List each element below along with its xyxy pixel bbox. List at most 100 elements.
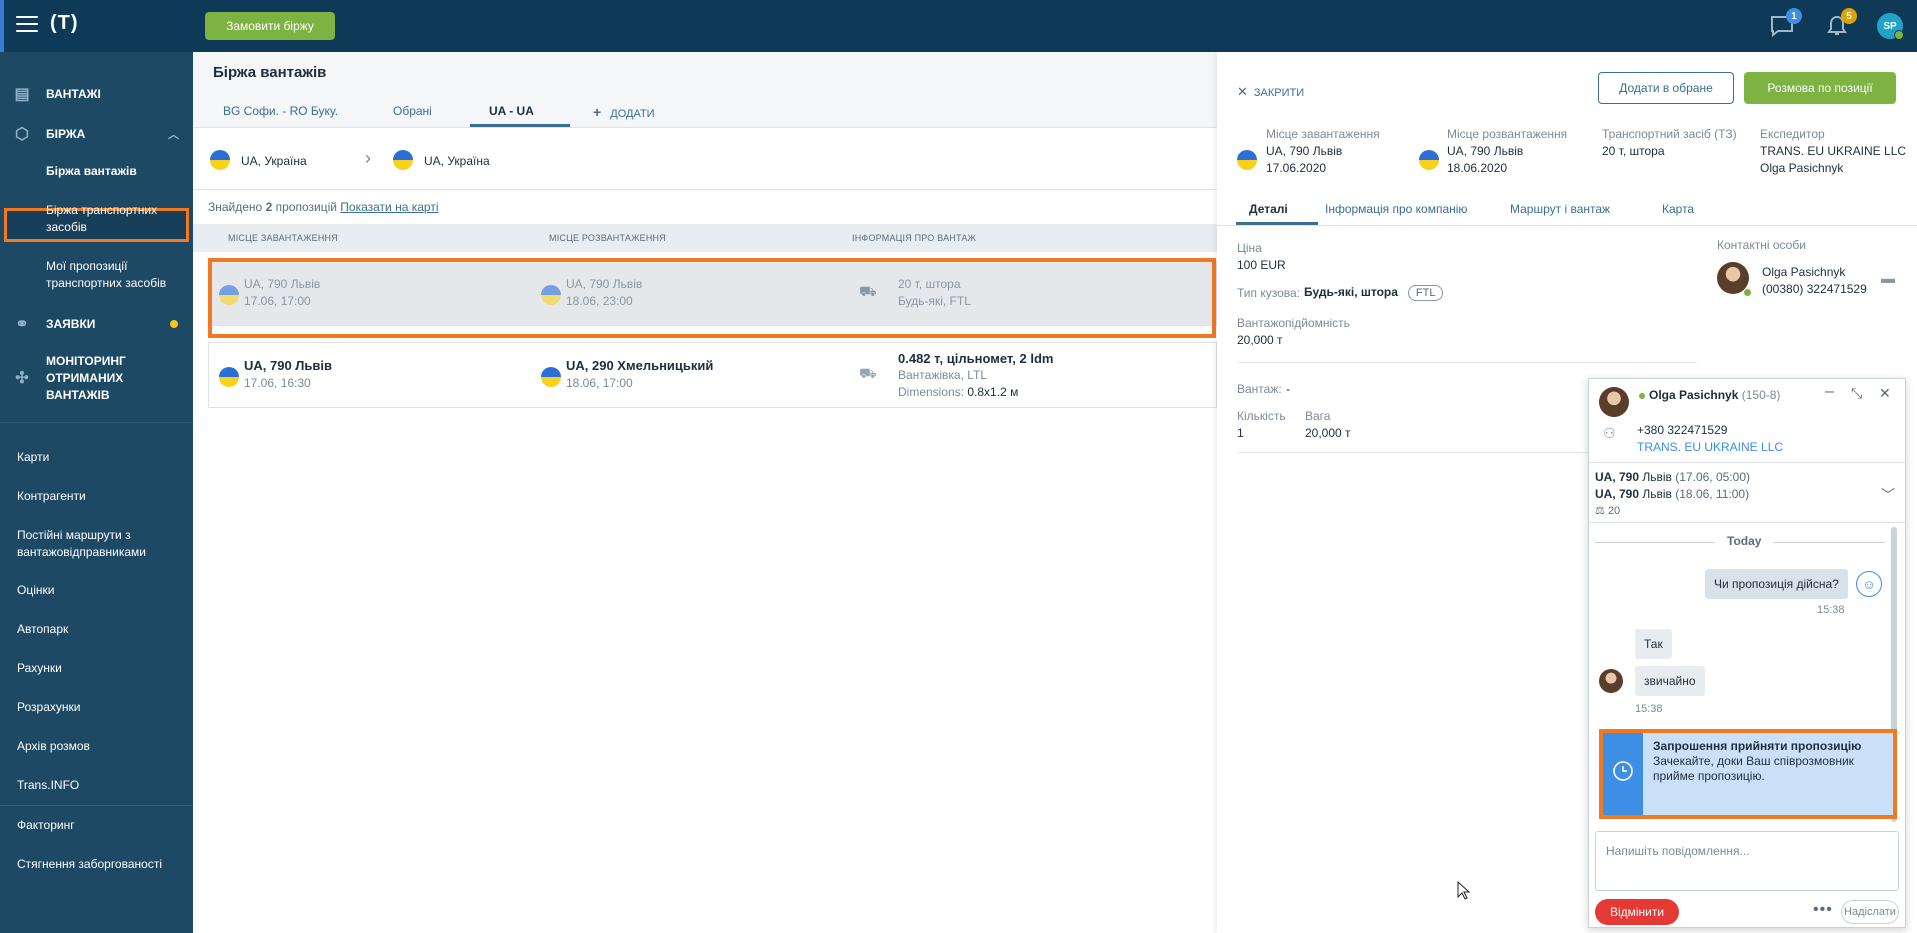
tab-add[interactable]: + ДОДАТИ xyxy=(593,104,655,120)
col-cargo-info: ІНФОРМАЦІЯ ПРО ВАНТАЖ xyxy=(852,233,977,243)
add-favorite-button[interactable]: Додати в обране xyxy=(1598,72,1734,104)
sidebar-sub-vehicle-exchange[interactable]: Біржа транспортних засобів xyxy=(46,202,186,236)
col-load: МІСЦЕ ЗАВАНТАЖЕННЯ xyxy=(228,233,338,243)
active-tab-underline xyxy=(470,124,570,127)
tab-ua-ua[interactable]: UA - UA xyxy=(489,104,534,118)
message-time: 15:38 xyxy=(1817,604,1845,616)
sidebar-link-settlements[interactable]: Розрахунки xyxy=(17,699,187,716)
unload-place: UA, 790 Львів xyxy=(1447,144,1524,158)
chat-header-name: Olga Pasichnyk (150-8) xyxy=(1639,388,1780,402)
tab-route-cargo[interactable]: Маршрут і вантаж xyxy=(1510,202,1610,216)
sidebar-link-fleet[interactable]: Автопарк xyxy=(17,621,187,638)
ua-flag-icon xyxy=(219,367,239,387)
sidebar-item-orders[interactable]: ⚭ ЗАЯВКИ xyxy=(0,314,193,334)
offer-invitation: Запрошення прийняти пропозицію Зачекайте… xyxy=(1599,729,1897,819)
results-count: Знайдено 2 пропозицій Показати на карті xyxy=(208,200,439,214)
message-outgoing: Чи пропозиція дійсна? xyxy=(1705,569,1848,599)
col-unload: МІСЦЕ РОЗВАНТАЖЕННЯ xyxy=(549,233,666,243)
messages-icon[interactable]: 1 xyxy=(1770,8,1802,38)
chat-bubble-icon[interactable]: ▬ xyxy=(1881,270,1895,286)
close-icon: ✕ xyxy=(1237,84,1248,99)
sidebar-item-exchange[interactable]: ⬡ БІРЖА ︿ xyxy=(0,124,193,144)
sidebar-divider xyxy=(0,805,193,806)
sidebar-link-maps[interactable]: Карти xyxy=(17,449,187,466)
forwarder-person: Olga Pasichnyk xyxy=(1760,161,1844,175)
sidebar-item-monitoring[interactable]: ✣ МОНІТОРИНГ ОТРИМАНИХ ВАНТАЖІВ xyxy=(0,352,193,404)
close-button[interactable]: ✕ ЗАКРИТИ xyxy=(1237,84,1304,100)
contact-phone: (00380) 322471529 xyxy=(1762,282,1867,296)
sidebar-link-transinfo[interactable]: Trans.INFO xyxy=(17,777,187,794)
sidebar-link-factoring[interactable]: Факторинг xyxy=(17,817,187,834)
detail-vehicle-block: Транспортний засіб (ТЗ) 20 т, штора xyxy=(1602,126,1737,160)
negotiate-button[interactable]: Розмова по позиції xyxy=(1744,72,1896,104)
app-logo[interactable]: (T) xyxy=(50,12,79,35)
chevron-down-icon[interactable]: ﹀ xyxy=(1881,485,1895,505)
close-label: ЗАКРИТИ xyxy=(1253,87,1305,99)
tabs-separator xyxy=(1217,225,1917,226)
top-bar: (T) Замовити біржу 1 5 SP xyxy=(0,0,1917,52)
route-from: UA, Україна xyxy=(241,154,307,168)
decline-button[interactable]: Відмінити xyxy=(1595,899,1679,925)
load-label: Місце завантаження xyxy=(1266,127,1380,141)
user-avatar[interactable]: SP xyxy=(1877,13,1904,40)
sidebar-divider xyxy=(0,422,193,423)
capacity-label: Вантажопідйомність xyxy=(1237,316,1350,330)
sidebar-link-archive[interactable]: Архів розмов xyxy=(17,738,187,755)
menu-icon[interactable] xyxy=(16,16,38,34)
tab-bg-ro[interactable]: BG Софи. - RO Буку. xyxy=(223,104,338,118)
table-row[interactable]: UA, 790 Львів 17.06, 16:30 UA, 290 Хмель… xyxy=(208,342,1217,408)
online-status-dot xyxy=(1743,288,1752,297)
weight-block: Вага 20,000 т xyxy=(1305,408,1351,442)
top-accent xyxy=(0,0,4,52)
tab-favorites[interactable]: Обрані xyxy=(393,104,432,118)
user-avatar-icon: ☺ xyxy=(1856,571,1882,597)
body-type-label: Тип кузова: xyxy=(1237,285,1301,300)
add-contact-icon[interactable]: ⚇ xyxy=(1603,425,1616,442)
ua-flag-icon xyxy=(1237,150,1257,170)
bell-icon[interactable]: 5 xyxy=(1825,8,1857,37)
unload-date: 18.06.2020 xyxy=(1447,161,1508,175)
price-value: 100 EUR xyxy=(1237,258,1286,272)
sidebar-link-debt[interactable]: Стягнення заборгованості xyxy=(17,856,187,873)
sidebar-link-invoices[interactable]: Рахунки xyxy=(17,660,187,677)
invitation-content: Запрошення прийняти пропозицію Зачекайте… xyxy=(1653,739,1883,784)
online-dot xyxy=(1639,393,1645,399)
route1-code: UA, 790 xyxy=(1595,470,1640,484)
chevron-up-icon: ︿ xyxy=(168,129,179,141)
expand-icon[interactable]: ⤡ xyxy=(1851,385,1862,402)
detail-forwarder-block: Експедитор TRANS. EU UKRAINE LLC Olga Pa… xyxy=(1760,126,1906,177)
sidebar-link-routes[interactable]: Постійні маршрути з вантажовідправниками xyxy=(17,527,187,561)
dim-label: Dimensions: xyxy=(898,385,965,399)
tab-details[interactable]: Деталі xyxy=(1249,202,1288,216)
sidebar: ▤ ВАНТАЖІ ⬡ БІРЖА ︿ Біржа вантажів Біржа… xyxy=(0,52,193,933)
capacity-block: Вантажопідйомність 20,000 т xyxy=(1237,315,1350,349)
show-on-map-link[interactable]: Показати на карті xyxy=(340,200,438,214)
sidebar-item-cargo[interactable]: ▤ ВАНТАЖІ xyxy=(0,84,193,104)
row-info-2: Вантажівка, LTL xyxy=(898,368,988,382)
invitation-bar xyxy=(1603,733,1643,815)
route1-city: Львів xyxy=(1642,470,1672,484)
close-chat-icon[interactable]: ✕ xyxy=(1879,385,1891,402)
chat-separator xyxy=(1589,522,1905,523)
sidebar-link-ratings[interactable]: Оцінки xyxy=(17,582,187,599)
message-input[interactable]: Напишіть повідомлення... xyxy=(1595,831,1899,891)
sidebar-link-contractors[interactable]: Контрагенти xyxy=(17,488,187,505)
tab-company-info[interactable]: Інформація про компанію xyxy=(1325,202,1467,216)
chat-company[interactable]: TRANS. EU UKRAINE LLC xyxy=(1637,439,1783,456)
minimize-icon[interactable]: – xyxy=(1825,383,1834,401)
order-exchange-button[interactable]: Замовити біржу xyxy=(205,12,335,40)
sidebar-sub-my-vehicle-offers[interactable]: Мої пропозиції транспортних засобів xyxy=(46,258,186,292)
sidebar-sub-cargo-exchange[interactable]: Біржа вантажів xyxy=(46,163,186,180)
message-incoming: звичайно xyxy=(1635,666,1705,696)
tab-map[interactable]: Карта xyxy=(1662,202,1694,216)
route2-time: (18.06, 11:00) xyxy=(1675,487,1750,501)
detail-load-block: Місце завантаження UA, 790 Львів 17.06.2… xyxy=(1266,126,1380,177)
send-button[interactable]: Надіслати xyxy=(1841,900,1899,924)
more-options-icon[interactable]: ••• xyxy=(1813,901,1833,919)
route-filter[interactable]: UA, Україна › UA, Україна xyxy=(193,128,1217,190)
route2-code: UA, 790 xyxy=(1595,487,1640,501)
row-unload: UA, 290 Хмельницький xyxy=(566,358,714,373)
vehicle-value: 20 т, штора xyxy=(1602,144,1665,158)
unload-label: Місце розвантаження xyxy=(1447,127,1568,141)
date-divider: Today xyxy=(1715,534,1774,548)
